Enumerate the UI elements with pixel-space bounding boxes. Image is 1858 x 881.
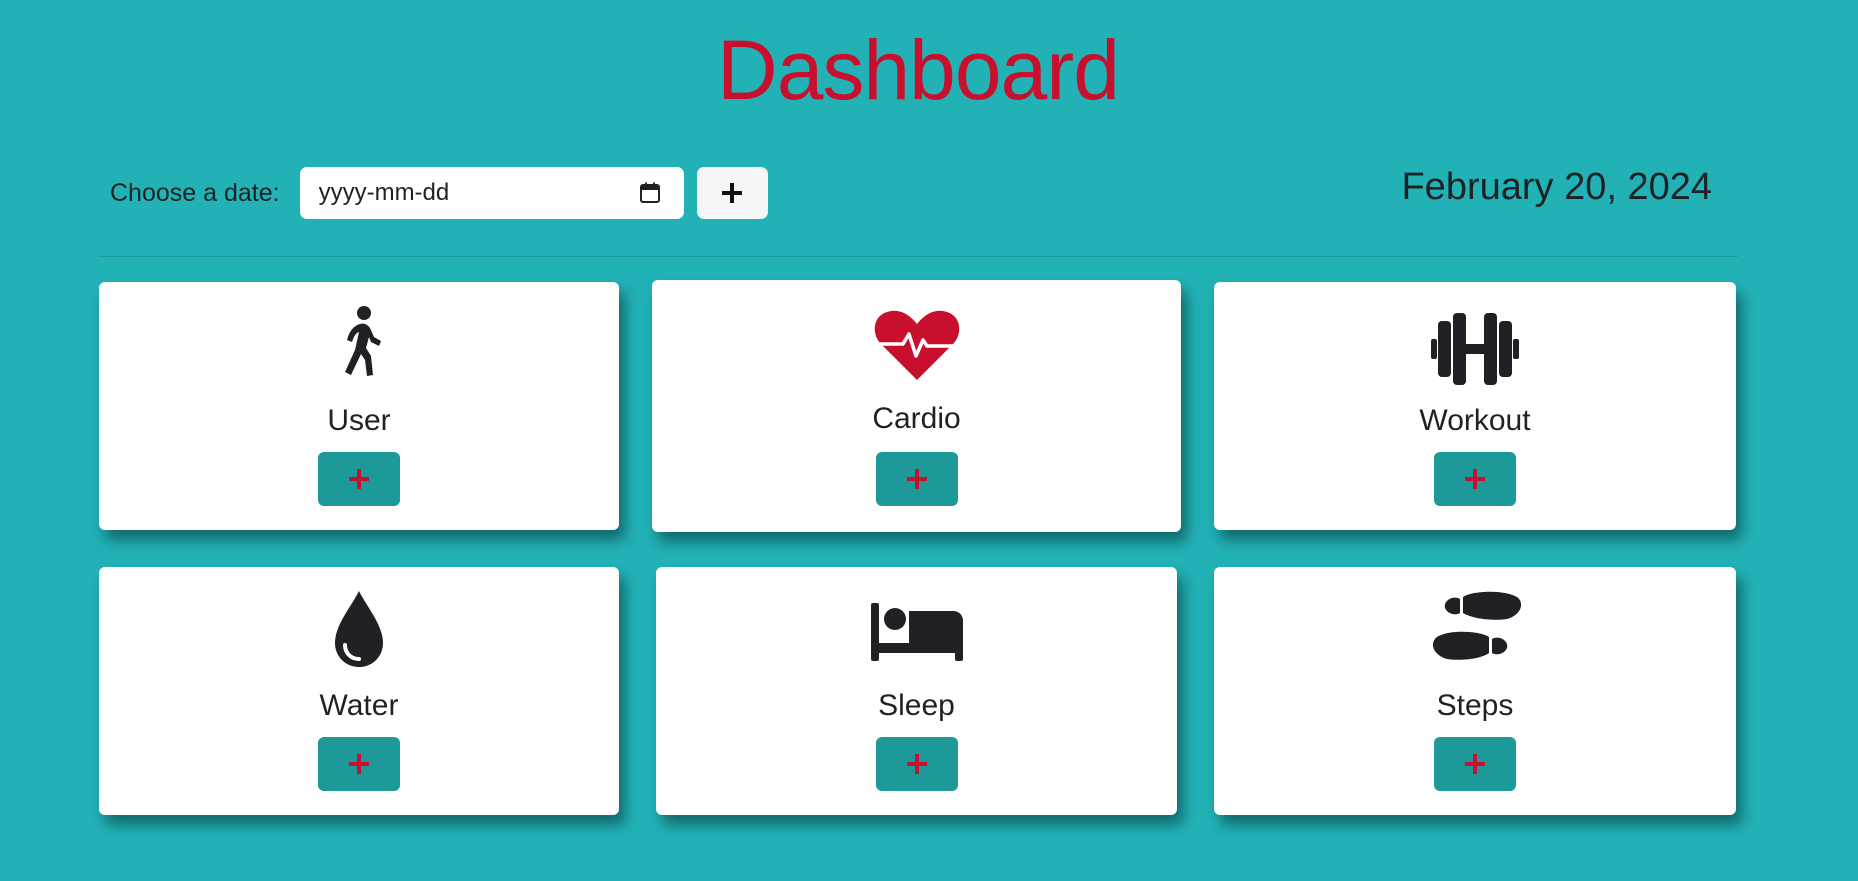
card-title: Steps <box>1436 689 1514 722</box>
date-label: Choose a date: <box>110 178 280 207</box>
card-workout: Workout <box>1214 282 1736 530</box>
plus-icon <box>1465 469 1485 489</box>
card-title: Sleep <box>878 689 955 722</box>
plus-icon <box>722 183 743 203</box>
card-water: Water <box>99 567 619 815</box>
walking-person-icon <box>345 306 381 376</box>
dumbbell-icon <box>1431 313 1519 385</box>
card-title: Workout <box>1419 404 1531 437</box>
card-title: Water <box>319 689 399 722</box>
page-title: Dashboard <box>717 23 1120 117</box>
add-user-button[interactable] <box>318 452 400 506</box>
date-field[interactable] <box>299 167 684 219</box>
card-sleep: Sleep <box>656 567 1177 815</box>
plus-icon <box>349 469 369 489</box>
plus-icon <box>906 754 927 774</box>
add-sleep-button[interactable] <box>875 737 958 791</box>
add-cardio-button[interactable] <box>875 452 958 506</box>
card-steps: Steps <box>1214 567 1736 815</box>
card-user: User <box>99 282 619 530</box>
calendar-icon[interactable] <box>638 181 662 205</box>
add-steps-button[interactable] <box>1434 737 1516 791</box>
date-input[interactable] <box>299 178 621 208</box>
bed-icon <box>870 603 963 661</box>
add-water-button[interactable] <box>318 737 400 791</box>
add-workout-button[interactable] <box>1434 452 1516 506</box>
divider <box>98 256 1738 257</box>
plus-icon <box>1465 754 1485 774</box>
add-date-button[interactable] <box>696 167 768 219</box>
plus-icon <box>349 754 369 774</box>
card-title: Cardio <box>872 402 961 435</box>
card-cardio: Cardio <box>652 280 1181 532</box>
shoe-prints-icon <box>1432 591 1522 660</box>
date-picker-bar: Choose a date: <box>110 166 768 220</box>
current-date: February 20, 2024 <box>1401 166 1712 208</box>
heart-pulse-icon <box>874 310 959 380</box>
card-title: User <box>327 404 391 437</box>
plus-icon <box>906 469 927 489</box>
water-drop-icon <box>335 591 383 667</box>
